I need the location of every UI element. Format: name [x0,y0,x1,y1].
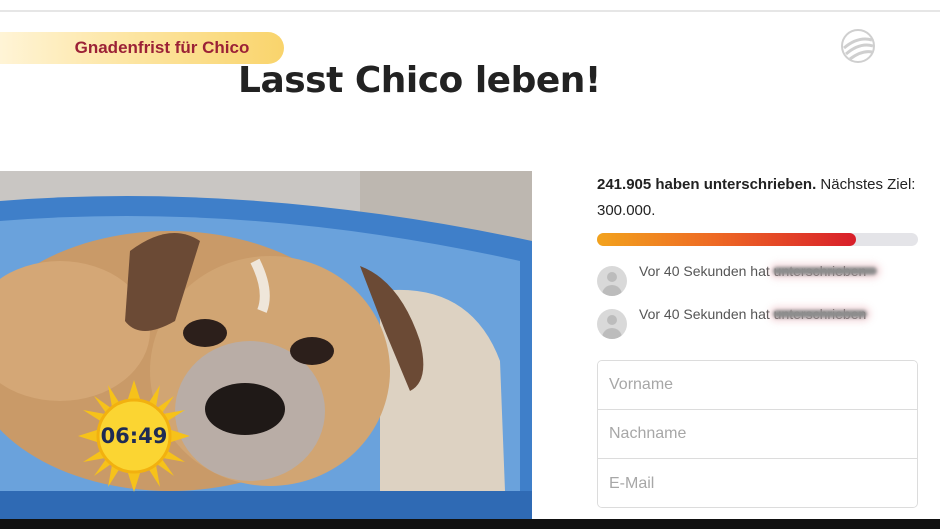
page-title: Lasst Chico leben! [238,60,601,101]
signature-stats: 241.905 haben unterschrieben. Nächstes Z… [597,172,919,224]
first-name-field[interactable] [598,361,917,410]
signature-form [597,360,918,508]
blurred-signer-name [773,267,877,275]
top-divider [0,10,940,12]
avatar-icon [597,266,627,296]
blurred-signer-name [773,310,867,318]
signature-count: 241.905 haben unterschrieben. [597,176,817,193]
signature-progress-bar [597,233,918,246]
recent-signer-item: Vor 40 Sekunden hat unterschrieben [597,262,919,302]
topic-banner-label: Gnadenfrist für Chico [74,38,250,57]
email-field[interactable] [598,459,917,507]
recent-signer-item: Vor 40 Sekunden hat unterschrieben [597,305,919,345]
avatar-icon [597,309,627,339]
signature-progress-fill [597,233,856,246]
bottom-bar [0,519,940,529]
sat1-ball-logo-icon [841,29,875,63]
last-name-field[interactable] [598,410,917,459]
tv-clock: 06:49 [100,424,168,448]
